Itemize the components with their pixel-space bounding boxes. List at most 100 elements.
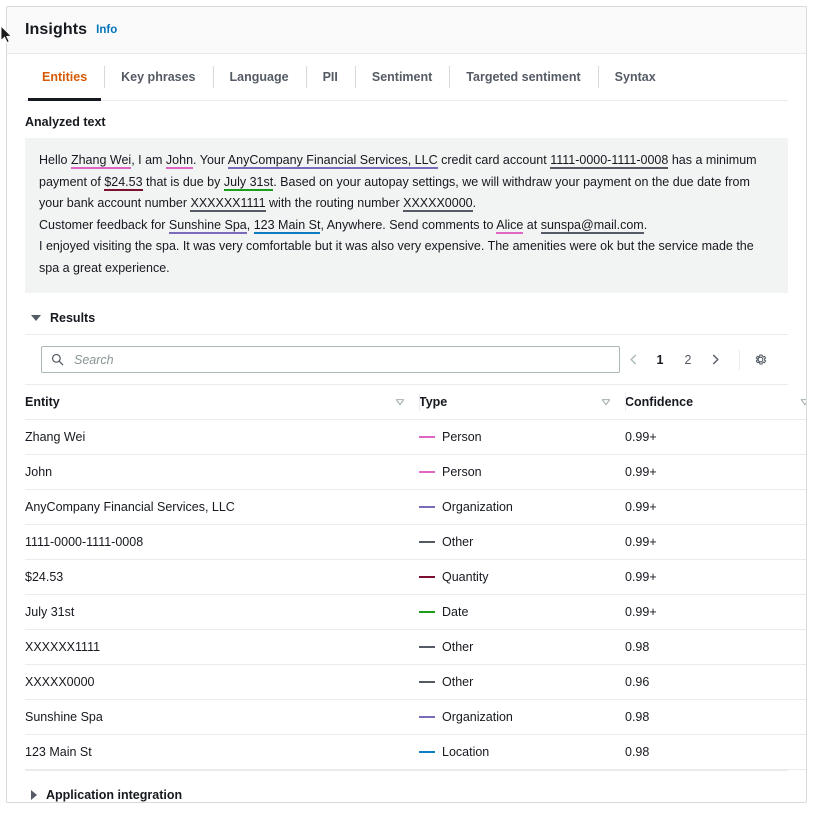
type-color-swatch-icon bbox=[419, 541, 435, 544]
cell-entity: Sunshine Spa bbox=[25, 700, 419, 735]
column-header-entity[interactable]: Entity bbox=[25, 385, 419, 420]
table-row[interactable]: XXXXXX1111Other0.98 bbox=[25, 630, 807, 665]
pagination-page-1[interactable]: 1 bbox=[649, 347, 671, 373]
type-label: Location bbox=[442, 745, 489, 759]
type-label: Person bbox=[442, 430, 482, 444]
entity-highlight-organization: AnyCompany Financial Services, LLC bbox=[228, 153, 438, 169]
results-table: Entity Type bbox=[25, 385, 807, 770]
cell-entity: 1111-0000-1111-0008 bbox=[25, 525, 419, 560]
cell-confidence: 0.98 bbox=[625, 630, 807, 665]
entity-highlight-other: sunspa@mail.com bbox=[541, 218, 644, 234]
tab-label: Sentiment bbox=[372, 70, 432, 84]
column-header-type[interactable]: Type bbox=[419, 385, 625, 420]
insights-body: Analyzed text Hello Zhang Wei, I am John… bbox=[7, 101, 806, 802]
entity-highlight-date: July 31st bbox=[224, 175, 273, 191]
pagination-page-2[interactable]: 2 bbox=[677, 347, 699, 373]
tab-key-phrases[interactable]: Key phrases bbox=[104, 54, 212, 100]
pagination: 1 2 bbox=[620, 347, 772, 373]
table-header: Entity Type bbox=[25, 385, 807, 420]
table-row[interactable]: $24.53Quantity0.99+ bbox=[25, 560, 807, 595]
type-color-swatch-icon bbox=[419, 471, 435, 474]
preferences-button[interactable] bbox=[748, 348, 772, 372]
results-expand-toggle[interactable]: Results bbox=[31, 311, 788, 325]
tab-language[interactable]: Language bbox=[213, 54, 306, 100]
cell-confidence: 0.99+ bbox=[625, 455, 807, 490]
analyzed-text-panel: Hello Zhang Wei, I am John. Your AnyComp… bbox=[25, 138, 788, 293]
table-row[interactable]: 1111-0000-1111-0008Other0.99+ bbox=[25, 525, 807, 560]
table-row[interactable]: 123 Main StLocation0.98 bbox=[25, 735, 807, 770]
table-row[interactable]: JohnPerson0.99+ bbox=[25, 455, 807, 490]
cell-type: Quantity bbox=[419, 560, 625, 595]
type-label: Other bbox=[442, 675, 473, 689]
plain-text: . bbox=[473, 196, 476, 210]
plain-text: . Your bbox=[193, 153, 228, 167]
type-label: Organization bbox=[442, 500, 513, 514]
tab-label: Targeted sentiment bbox=[466, 70, 580, 84]
tab-syntax[interactable]: Syntax bbox=[598, 54, 673, 100]
table-row[interactable]: XXXXX0000 Other 0.96 bbox=[25, 665, 807, 700]
entity-highlight-organization: Sunshine Spa bbox=[169, 218, 247, 234]
tab-targeted-sentiment[interactable]: Targeted sentiment bbox=[449, 54, 597, 100]
plain-text: with the routing number bbox=[266, 196, 404, 210]
table-header-row: Entity Type bbox=[25, 385, 807, 420]
cell-entity: Zhang Wei bbox=[25, 420, 419, 455]
application-integration-label: Application integration bbox=[46, 788, 182, 802]
cell-type: Person bbox=[419, 455, 625, 490]
plain-text: Customer feedback for bbox=[39, 218, 169, 232]
column-header-confidence[interactable]: Confidence bbox=[625, 385, 807, 420]
entity-highlight-person: John bbox=[166, 153, 193, 169]
cell-confidence: 0.98 bbox=[625, 700, 807, 735]
column-label: Type bbox=[419, 395, 447, 409]
type-label: Other bbox=[442, 640, 473, 654]
search-icon bbox=[51, 353, 64, 366]
plain-text: , I am bbox=[131, 153, 166, 167]
table-toolbar: 1 2 bbox=[25, 335, 788, 385]
cell-confidence: 0.99+ bbox=[625, 525, 807, 560]
type-color-swatch-icon bbox=[419, 716, 435, 719]
search-box[interactable] bbox=[41, 346, 620, 373]
table-row[interactable]: Zhang WeiPerson0.99+ bbox=[25, 420, 807, 455]
cell-type: Location bbox=[419, 735, 625, 770]
plain-text: that is due by bbox=[143, 175, 224, 189]
type-color-swatch-icon bbox=[419, 506, 435, 509]
tab-label: Key phrases bbox=[121, 70, 195, 84]
type-label: Organization bbox=[442, 710, 513, 724]
tab-label: Entities bbox=[42, 70, 87, 84]
column-label: Confidence bbox=[625, 395, 693, 409]
tab-entities[interactable]: Entities bbox=[25, 54, 104, 100]
table-row[interactable]: July 31stDate0.99+ bbox=[25, 595, 807, 630]
plain-text: . bbox=[644, 218, 647, 232]
cell-confidence: 0.96 bbox=[625, 665, 807, 700]
table-row[interactable]: Sunshine Spa Organization 0.98 bbox=[25, 700, 807, 735]
type-color-swatch-icon bbox=[419, 436, 435, 439]
entity-highlight-location: 123 Main St bbox=[254, 218, 321, 234]
search-input[interactable] bbox=[72, 352, 610, 368]
cell-type: Other bbox=[419, 630, 625, 665]
info-link[interactable]: Info bbox=[96, 24, 117, 36]
type-color-swatch-icon bbox=[419, 646, 435, 649]
insights-container: Insights Info Entities Key phrases Langu… bbox=[6, 6, 807, 803]
analyzed-paragraph-1: Hello Zhang Wei, I am John. Your AnyComp… bbox=[39, 150, 774, 215]
cell-type: Other bbox=[419, 665, 625, 700]
cell-entity: XXXXX0000 bbox=[25, 665, 419, 700]
plain-text: credit card account bbox=[438, 153, 551, 167]
entity-highlight-person: Alice bbox=[496, 218, 523, 234]
results-table-card: 1 2 bbox=[25, 334, 788, 771]
sort-icon bbox=[800, 397, 807, 407]
table-row[interactable]: AnyCompany Financial Services, LLCOrgani… bbox=[25, 490, 807, 525]
cell-type: Other bbox=[419, 525, 625, 560]
analyzed-text-label: Analyzed text bbox=[25, 115, 788, 129]
cell-type: Person bbox=[419, 420, 625, 455]
application-integration-toggle[interactable]: Application integration bbox=[31, 788, 788, 802]
tab-pii[interactable]: PII bbox=[306, 54, 355, 100]
caret-down-icon bbox=[31, 315, 41, 321]
toolbar-divider bbox=[739, 350, 740, 370]
analyzed-paragraph-2: Customer feedback for Sunshine Spa, 123 … bbox=[39, 215, 774, 237]
cell-confidence: 0.98 bbox=[625, 735, 807, 770]
page-header: Insights Info bbox=[7, 7, 806, 54]
plain-text: I enjoyed visiting the spa. It was very … bbox=[39, 239, 754, 275]
tab-sentiment[interactable]: Sentiment bbox=[355, 54, 449, 100]
pagination-next-button[interactable] bbox=[702, 347, 728, 373]
pagination-prev-button[interactable] bbox=[620, 347, 646, 373]
tab-label: PII bbox=[323, 70, 338, 84]
